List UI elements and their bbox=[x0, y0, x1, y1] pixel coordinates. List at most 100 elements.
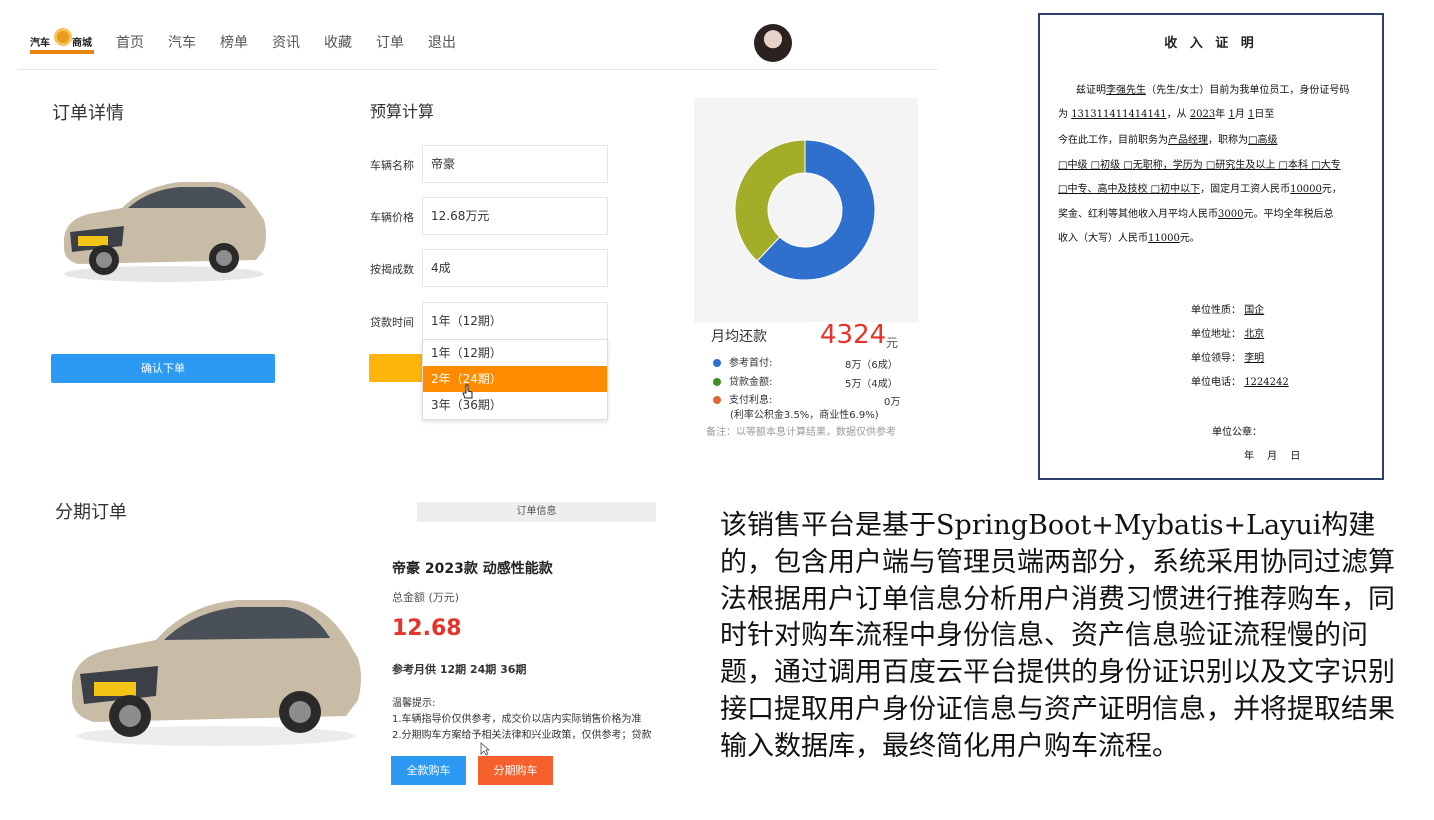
monthly-repayment-value: 4324 bbox=[820, 320, 887, 350]
repayment-donut-panel bbox=[694, 98, 918, 322]
certificate-title: 收 入 证 明 bbox=[1164, 36, 1258, 51]
mortgage-ratio-label: 按揭成数 bbox=[370, 263, 414, 276]
tips-title: 温馨提示: bbox=[392, 698, 436, 709]
nav-menu: 首页 汽车 榜单 资讯 收藏 订单 退出 bbox=[116, 32, 480, 52]
cert-value: 国企 bbox=[1244, 305, 1265, 316]
legend-loan-amount-label: 贷款金额: bbox=[729, 377, 773, 388]
installment-purchase-button[interactable]: 分期购车 bbox=[478, 756, 553, 785]
order-detail-title: 订单详情 bbox=[52, 103, 124, 124]
total-amount-label: 总金额 (万元) bbox=[392, 591, 460, 604]
monthly-repayment-unit: 元 bbox=[886, 336, 899, 350]
order-info-tab[interactable]: 订单信息 bbox=[417, 502, 656, 522]
cert-label: 单位性质： bbox=[1191, 305, 1241, 316]
certificate-line-3: 今在此工作，目前职务为产品经理，职称为□高级 bbox=[1058, 131, 1277, 146]
car-model-name: 帝豪 2023款 动感性能款 bbox=[392, 561, 553, 577]
cert-text: 元。 bbox=[1179, 233, 1200, 244]
cert-unit-type: 单位性质： 国企 bbox=[1191, 301, 1264, 316]
legend-interest: 支付利息: bbox=[713, 391, 772, 406]
calculate-button[interactable] bbox=[369, 354, 425, 382]
monthly-repayment-label: 月均还款 bbox=[711, 329, 767, 345]
cert-id-number: 131311411414141 bbox=[1071, 109, 1167, 120]
cert-total-income: 11000 bbox=[1148, 233, 1180, 244]
car-price-field[interactable]: 12.68万元 bbox=[422, 197, 608, 235]
cert-monthly-salary: 10000 bbox=[1290, 184, 1322, 195]
donut-slice bbox=[734, 139, 806, 262]
cert-date-line: 年 月 日 bbox=[1244, 451, 1301, 462]
nav-item-logout[interactable]: 退出 bbox=[428, 32, 480, 52]
cert-unit-phone: 单位电话： 1224242 bbox=[1191, 373, 1289, 388]
cert-text: □中专、高中及技校 □初中以下 bbox=[1058, 184, 1201, 195]
loan-term-dropdown: 1年（12期） 2年（24期） 3年（36期） bbox=[422, 339, 608, 420]
loan-term-select[interactable]: 1年（12期） bbox=[422, 302, 608, 340]
logo-text-right: 商城 bbox=[72, 38, 92, 49]
full-payment-button[interactable]: 全款购车 bbox=[391, 756, 466, 785]
legend-dot-icon bbox=[713, 378, 721, 386]
cert-text: 今在此工作，目前职务为 bbox=[1058, 135, 1168, 146]
cert-text: 元， bbox=[1321, 184, 1342, 195]
legend-interest-value: 0万 bbox=[884, 397, 901, 408]
cert-text: 为 bbox=[1058, 109, 1068, 120]
certificate-line-1: 兹证明李强先生（先生/女士）目前为我单位员工，身份证号码 bbox=[1076, 81, 1349, 96]
logo-text-left: 汽车 bbox=[30, 38, 50, 49]
loan-term-label: 贷款时间 bbox=[370, 316, 414, 329]
cert-text: 年 bbox=[1215, 109, 1226, 120]
interest-rate-note: (利率公积金3.5%，商业性6.9%) bbox=[730, 410, 879, 421]
dropdown-option-36[interactable]: 3年（36期） bbox=[423, 392, 607, 418]
tip-line-1: 1.车辆指导价仅供参考，成交价以店内实际销售价格为准 bbox=[392, 714, 642, 725]
legend-dot-icon bbox=[713, 396, 721, 404]
mortgage-ratio-field[interactable]: 4成 bbox=[422, 249, 608, 287]
cert-unit-leader: 单位领导： 李明 bbox=[1191, 349, 1264, 364]
legend-interest-label: 支付利息: bbox=[729, 395, 773, 406]
cert-text: ，固定月工资人民币 bbox=[1200, 184, 1291, 195]
cert-text: 兹证明 bbox=[1076, 85, 1106, 96]
repayment-donut-chart bbox=[734, 139, 876, 281]
cert-value: 1224242 bbox=[1244, 377, 1289, 388]
cert-text: 奖金、红利等其他收入月平均人民币 bbox=[1058, 209, 1218, 220]
certificate-line-5: □中专、高中及技校 □初中以下，固定月工资人民币10000元， bbox=[1058, 180, 1342, 195]
installment-order-title: 分期订单 bbox=[55, 502, 127, 523]
nav-item-cars[interactable]: 汽车 bbox=[168, 32, 220, 52]
nav-item-rankings[interactable]: 榜单 bbox=[220, 32, 272, 52]
car-image-large bbox=[72, 600, 361, 746]
nav-item-news[interactable]: 资讯 bbox=[272, 32, 324, 52]
cert-text: □高级 bbox=[1248, 135, 1278, 146]
car-name-field[interactable]: 帝豪 bbox=[422, 145, 608, 183]
cert-start-year: 2023 bbox=[1189, 109, 1216, 120]
nav-item-orders[interactable]: 订单 bbox=[376, 32, 428, 52]
monthly-payment-reference: 参考月供 12期 24期 36期 bbox=[392, 663, 527, 676]
cert-text: ，从 bbox=[1166, 109, 1187, 120]
certificate-line-7: 收入（大写）人民币11000元。 bbox=[1058, 229, 1200, 244]
top-navbar: 汽车 商城 首页 汽车 榜单 资讯 收藏 订单 退出 bbox=[18, 18, 938, 70]
cert-label: 单位地址： bbox=[1191, 329, 1241, 340]
user-avatar[interactable] bbox=[754, 24, 792, 62]
nav-item-home[interactable]: 首页 bbox=[116, 32, 168, 52]
cert-text: 月 bbox=[1234, 109, 1245, 120]
calculation-footnote: 备注：以等额本息计算结果，数据仅供参考 bbox=[706, 427, 896, 438]
pointer-cursor-icon bbox=[480, 742, 490, 756]
cert-text: ，职称为 bbox=[1208, 135, 1248, 146]
cert-value: 李明 bbox=[1244, 353, 1265, 364]
confirm-order-button[interactable]: 确认下单 bbox=[51, 354, 275, 383]
legend-dot-icon bbox=[713, 359, 721, 367]
cert-job-title: 产品经理 bbox=[1168, 135, 1208, 146]
site-logo[interactable]: 汽车 商城 bbox=[30, 26, 94, 54]
tip-line-2: 2.分期购车方案给予相关法律和兴业政策，仅供参考；贷款 bbox=[392, 730, 652, 741]
cert-bonus: 3000 bbox=[1218, 209, 1244, 220]
hand-cursor-icon bbox=[462, 384, 473, 399]
legend-down-payment: 参考首付: bbox=[713, 354, 772, 369]
logo-underline bbox=[30, 50, 94, 54]
cert-text: 收入（大写）人民币 bbox=[1058, 233, 1148, 244]
nav-item-favorites[interactable]: 收藏 bbox=[324, 32, 376, 52]
cert-label: 单位电话： bbox=[1191, 377, 1241, 388]
total-amount-value: 12.68 bbox=[392, 616, 462, 641]
legend-down-payment-value: 8万（6成） bbox=[845, 360, 898, 371]
legend-down-payment-label: 参考首付: bbox=[729, 358, 773, 369]
cert-employee-name: 李强先生 bbox=[1106, 85, 1146, 96]
dropdown-option-12[interactable]: 1年（12期） bbox=[423, 340, 607, 366]
logo-wheel-icon bbox=[54, 28, 72, 46]
certificate-line-6: 奖金、红利等其他收入月平均人民币3000元。平均全年税后总 bbox=[1058, 205, 1333, 220]
legend-loan-amount: 贷款金额: bbox=[713, 373, 772, 388]
car-price-label: 车辆价格 bbox=[370, 211, 414, 224]
certificate-line-2: 为 131311411414141，从 2023年 1月 1日至 bbox=[1058, 105, 1274, 120]
dropdown-option-24[interactable]: 2年（24期） bbox=[423, 366, 607, 392]
